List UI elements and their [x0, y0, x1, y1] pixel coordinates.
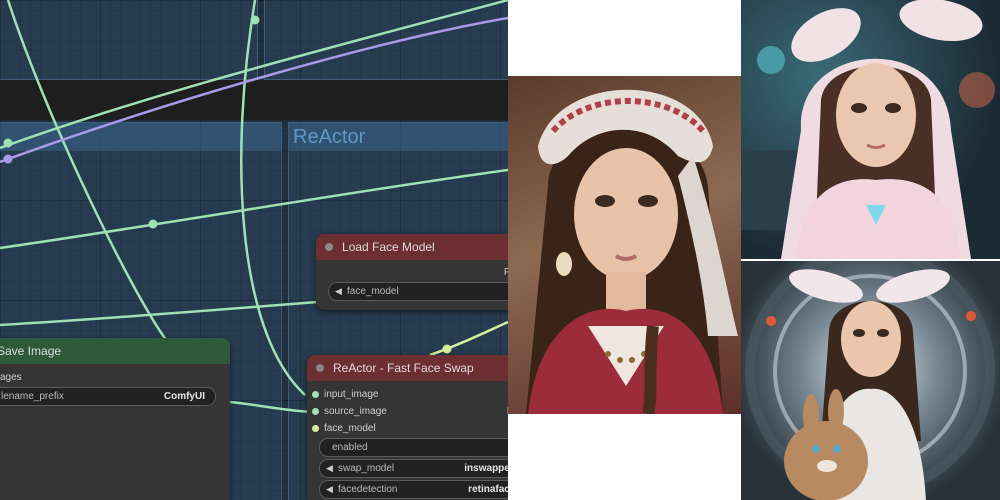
wire-lime — [429, 320, 508, 357]
left-arrow-icon[interactable]: ◀ — [326, 481, 333, 498]
swap-model-label: swap_model — [338, 463, 395, 474]
wire-reroute-dot — [3, 154, 13, 164]
wire-green-2 — [240, 0, 306, 396]
swap-model-combo[interactable]: ◀ swap_model inswapper_128 — [319, 459, 508, 478]
filename-prefix-label: lename_prefix — [1, 391, 64, 402]
source-image-label: source_image — [324, 406, 387, 417]
collapse-dot-icon[interactable] — [316, 364, 324, 372]
save-image-input-label: ages — [0, 372, 22, 383]
fast-face-swap-header[interactable]: ReActor - Fast Face Swap — [307, 355, 508, 381]
facedetection-value: retinaface_res — [468, 484, 508, 495]
enabled-toggle[interactable]: enabled — [319, 438, 508, 457]
wire-reroute-dot — [442, 344, 452, 354]
face-model-combo[interactable]: ◀ face_model — [328, 282, 508, 301]
node-canvas[interactable]: ReActor Load Face Model F ◀ face_model S… — [0, 0, 508, 500]
save-image-header[interactable]: Save Image — [0, 338, 230, 364]
save-image-node[interactable]: Save Image ages lename_prefix ComfyUI — [0, 338, 230, 500]
wire-purple — [0, 16, 508, 164]
enabled-toggle-label: enabled — [332, 442, 368, 453]
swap-model-value: inswapper_128 — [464, 463, 508, 474]
filename-prefix-field[interactable]: lename_prefix ComfyUI — [0, 387, 216, 406]
wire-green-5 — [0, 300, 319, 327]
filename-prefix-value: ComfyUI — [163, 391, 205, 402]
wire-green-6 — [229, 400, 313, 414]
wire-reroute-dot — [3, 138, 13, 148]
main-portrait-image — [508, 76, 741, 414]
face-model-input-label: face_model — [324, 423, 376, 434]
input-slot-dot[interactable] — [312, 425, 319, 432]
facedetection-combo[interactable]: ◀ facedetection retinaface_res — [319, 480, 508, 499]
face-model-combo-label: face_model — [347, 286, 399, 297]
left-arrow-icon[interactable]: ◀ — [326, 460, 333, 477]
bunny-ears-portrait-image — [741, 261, 1000, 500]
portrait-girl-bunny-hood — [741, 0, 995, 259]
load-face-model-title: Load Face Model — [342, 240, 435, 254]
workspace: ReActor Load Face Model F ◀ face_model S… — [0, 0, 1000, 500]
fast-face-swap-node[interactable]: ReActor - Fast Face Swap input_image sou… — [307, 355, 508, 500]
load-face-model-header[interactable]: Load Face Model — [316, 234, 508, 260]
portrait-girl-headscarf — [526, 89, 738, 414]
portrait-girl-bunny-ears-with-rabbit — [745, 261, 995, 500]
facedetection-label: facedetection — [338, 484, 398, 495]
input-slot-dot[interactable] — [312, 391, 319, 398]
load-face-model-node[interactable]: Load Face Model F ◀ face_model — [316, 234, 508, 310]
wire-reroute-dot — [148, 219, 158, 229]
wire-green-1 — [6, 0, 176, 351]
input-image-label: input_image — [324, 389, 379, 400]
fast-face-swap-title: ReActor - Fast Face Swap — [333, 361, 474, 375]
input-slot-dot[interactable] — [312, 408, 319, 415]
collapse-dot-icon[interactable] — [325, 243, 333, 251]
left-arrow-icon[interactable]: ◀ — [335, 283, 342, 300]
bunny-hood-portrait-image — [741, 0, 1000, 259]
save-image-title: Save Image — [0, 344, 62, 358]
wire-reroute-dot — [250, 15, 260, 25]
